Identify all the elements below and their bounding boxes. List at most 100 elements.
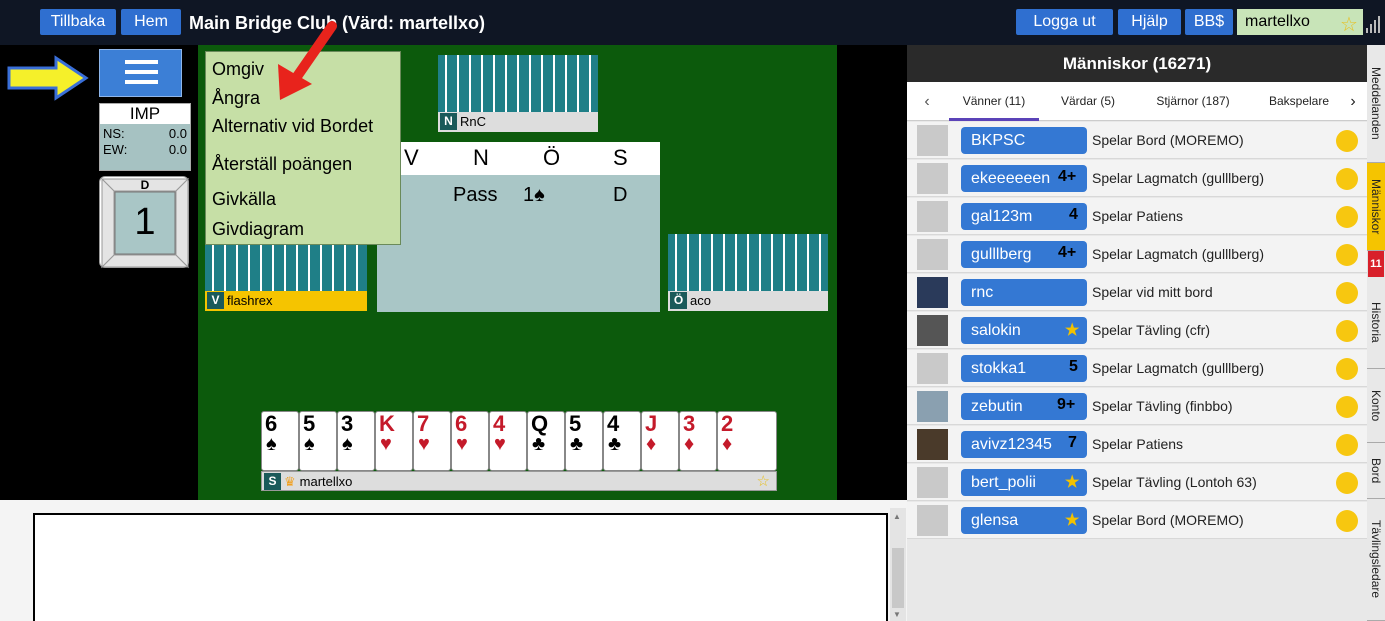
tab-friends[interactable]: Vänner (11)	[949, 82, 1039, 121]
avatar	[917, 391, 948, 422]
status-dot	[1336, 472, 1358, 494]
card[interactable]: 6 ♥	[451, 411, 489, 471]
north-player-label[interactable]: N RnC	[438, 112, 598, 132]
tab-hosts[interactable]: Värdar (5)	[1053, 82, 1123, 121]
menu-item-deal-diagram[interactable]: Givdiagram	[212, 216, 304, 242]
tab-kibitzers[interactable]: Bakspelare	[1259, 82, 1339, 121]
menu-item-redeal[interactable]: Omgiv	[212, 56, 264, 82]
status-dot	[1336, 206, 1358, 228]
card[interactable]: K ♥	[375, 411, 413, 471]
side-tab-messages[interactable]: Meddelanden	[1367, 45, 1385, 163]
status-dot	[1336, 396, 1358, 418]
table-right-margin	[837, 45, 907, 500]
card[interactable]: 6 ♠	[261, 411, 299, 471]
card[interactable]: 5 ♠	[299, 411, 337, 471]
status-dot	[1336, 168, 1358, 190]
board-indicator: D 1	[99, 176, 190, 269]
scroll-thumb[interactable]	[892, 548, 904, 608]
side-tab-account[interactable]: Konto	[1367, 369, 1385, 443]
avatar	[917, 505, 948, 536]
card[interactable]: Q ♣	[527, 411, 565, 471]
menu-item-reset-score[interactable]: Återställ poängen	[212, 151, 352, 177]
star-icon: ☆	[1340, 14, 1358, 36]
pointer-arrow-icon	[7, 55, 89, 101]
list-item[interactable]: gulllberg 4+ Spelar Lagmatch (gulllberg)	[907, 236, 1367, 273]
bid-header-north: N	[473, 145, 489, 170]
status-dot	[1336, 282, 1358, 304]
hamburger-icon	[125, 60, 158, 64]
south-player-name: martellxo	[299, 474, 353, 489]
crown-icon: ♛	[284, 474, 296, 489]
menu-item-undo[interactable]: Ångra	[212, 85, 260, 111]
north-seat: N	[440, 113, 457, 130]
help-button[interactable]: Hjälp	[1118, 9, 1181, 35]
tabs-next-icon[interactable]: ›	[1343, 82, 1363, 121]
avatar	[917, 353, 948, 384]
side-tabs: Meddelanden Människor 11 Historia Konto …	[1367, 45, 1385, 621]
side-tab-history[interactable]: Historia	[1367, 277, 1385, 369]
red-arrow-icon	[278, 21, 337, 100]
list-item[interactable]: rnc Spelar vid mitt bord	[907, 274, 1367, 311]
username-label: martellxo	[1245, 13, 1310, 30]
avatar	[917, 277, 948, 308]
tabs-prev-icon[interactable]: ‹	[917, 82, 937, 121]
list-item[interactable]: zebutin 9+ Spelar Tävling (finbbo)	[907, 388, 1367, 425]
list-item[interactable]: gal123m 4 Spelar Patiens	[907, 198, 1367, 235]
menu-item-table-options[interactable]: Alternativ vid Bordet	[212, 113, 373, 139]
bridge-app: Tillbaka Hem Main Bridge Club (Värd: mar…	[0, 0, 1385, 621]
logout-button[interactable]: Logga ut	[1016, 9, 1113, 35]
card[interactable]: 7 ♥	[413, 411, 451, 471]
avatar	[917, 239, 948, 270]
top-bar: Tillbaka Hem Main Bridge Club (Värd: mar…	[0, 0, 1385, 45]
avatar	[917, 125, 948, 156]
west-player-name: flashrex	[227, 293, 273, 308]
card[interactable]: J ♦	[641, 411, 679, 471]
scroll-down-icon[interactable]: ▼	[893, 610, 901, 619]
status-dot	[1336, 130, 1358, 152]
bid-double: D	[613, 184, 628, 206]
menu-button[interactable]	[99, 49, 182, 97]
menu-item-deal-source[interactable]: Givkälla	[212, 186, 276, 212]
list-item[interactable]: stokka1 5 Spelar Lagmatch (gulllberg)	[907, 350, 1367, 387]
ns-score: 0.0	[168, 126, 187, 141]
card[interactable]: 3 ♦	[679, 411, 717, 471]
scroll-up-icon[interactable]: ▲	[893, 512, 901, 521]
signal-strength-icon	[1366, 16, 1380, 33]
list-item[interactable]: bert_polii ★ Spelar Tävling (Lontoh 63)	[907, 464, 1367, 501]
card[interactable]: 2 ♦	[717, 411, 777, 471]
notification-badge: 11	[1368, 251, 1384, 277]
side-tab-tables[interactable]: Bord	[1367, 443, 1385, 499]
south-seat: S	[264, 473, 281, 490]
list-item[interactable]: glensa ★ Spelar Bord (MOREMO)	[907, 502, 1367, 539]
list-item[interactable]: avivz12345 7 Spelar Patiens	[907, 426, 1367, 463]
list-item[interactable]: salokin ★ Spelar Tävling (cfr)	[907, 312, 1367, 349]
ew-score: 0.0	[168, 142, 187, 157]
list-item[interactable]: ekeeeeeen 4+ Spelar Lagmatch (gulllberg)	[907, 160, 1367, 197]
avatar	[917, 315, 948, 346]
avatar	[917, 163, 948, 194]
east-player-label[interactable]: Öaco	[668, 291, 828, 311]
card[interactable]: 4 ♥	[489, 411, 527, 471]
favorite-star-icon[interactable]: ☆	[757, 472, 770, 492]
avatar	[917, 201, 948, 232]
card[interactable]: 3 ♠	[337, 411, 375, 471]
bid-header-south: S	[613, 145, 628, 170]
bidding-box: V N Ö S Pass 1♠ D	[377, 142, 660, 312]
bb-dollars-button[interactable]: BB$	[1185, 9, 1233, 35]
card[interactable]: 4 ♣	[603, 411, 641, 471]
bid-header-west: V	[404, 145, 419, 170]
avatar	[917, 429, 948, 460]
chat-scrollbar[interactable]: ▲ ▼	[890, 508, 906, 621]
side-tab-people[interactable]: Människor	[1367, 163, 1385, 251]
chat-log[interactable]	[33, 513, 888, 621]
board-number: 1	[134, 201, 156, 243]
card[interactable]: 5 ♣	[565, 411, 603, 471]
tab-stars[interactable]: Stjärnor (187)	[1143, 82, 1243, 121]
list-item[interactable]: BKPSC Spelar Bord (MOREMO)	[907, 122, 1367, 159]
west-player-label[interactable]: Vflashrex	[205, 291, 367, 311]
home-button[interactable]: Hem	[121, 9, 181, 35]
south-player-label[interactable]: S ♛ martellxo ☆	[261, 471, 777, 491]
side-tab-directors[interactable]: Tävlingsledare	[1367, 499, 1385, 621]
status-dot	[1336, 510, 1358, 532]
back-button[interactable]: Tillbaka	[40, 9, 116, 35]
